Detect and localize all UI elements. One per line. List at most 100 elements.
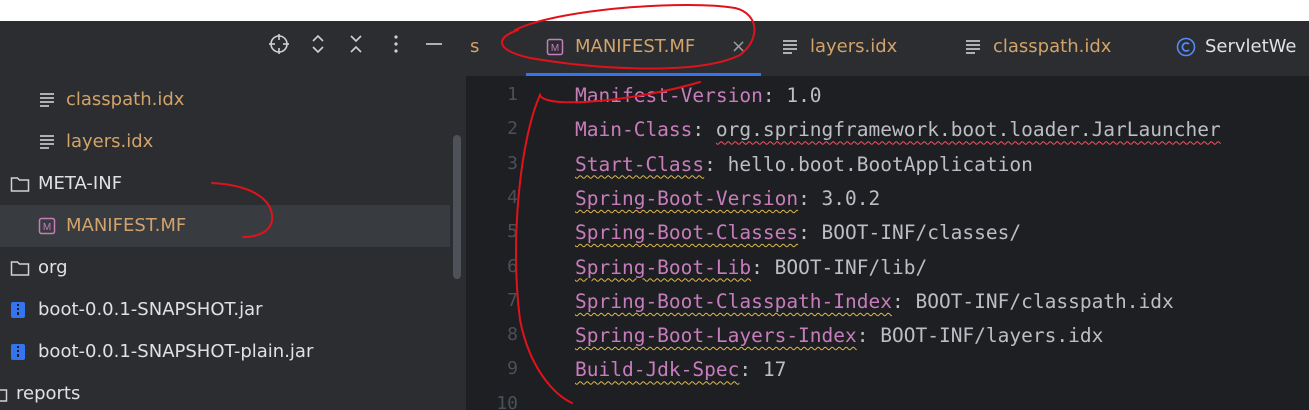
line-number: 6 <box>507 255 518 277</box>
code-line[interactable]: Spring-Boot-Layers-Index: BOOT-INF/layer… <box>575 319 1103 353</box>
line-number: 2 <box>507 118 518 140</box>
editor-tab[interactable]: M MANIFEST.MF × <box>526 21 761 76</box>
line-number: 9 <box>507 358 518 380</box>
manifest-key: Build-Jdk-Spec <box>575 358 740 382</box>
project-panel: classpath.idx layers.idx META-INF M MANIFEST… <box>0 21 466 410</box>
line-number-gutter: 1 2 3 4 5 6 7 8 9 10 <box>466 76 556 410</box>
code-line[interactable]: Build-Jdk-Spec: 17 <box>575 353 786 387</box>
manifest-value: 3.0.2 <box>821 186 881 210</box>
editor-tab-bar: s M MANIFEST.MF × layers.idx classpath.idx Ser… <box>466 21 1309 77</box>
editor-tab-label: layers.idx <box>810 36 898 57</box>
class-icon <box>1176 21 1196 73</box>
tree-item-label: org <box>38 257 68 278</box>
manifest-separator: : <box>704 152 728 176</box>
manifest-file-icon: M <box>38 205 56 247</box>
code-line[interactable]: Start-Class: hello.boot.BootApplication <box>575 148 1033 182</box>
manifest-value: org.springframework.boot.loader.JarLaunc… <box>715 118 1221 142</box>
editor-tab[interactable]: s <box>466 21 506 76</box>
ide-window: classpath.idx layers.idx META-INF M MANIFEST… <box>0 21 1309 410</box>
manifest-value: hello.boot.BootApplication <box>727 152 1033 176</box>
code-line[interactable]: Spring-Boot-Classpath-Index: BOOT-INF/cl… <box>575 285 1174 319</box>
svg-text:M: M <box>551 43 559 54</box>
tree-item-label: classpath.idx <box>66 89 185 110</box>
tree-item[interactable]: META-INF <box>0 163 450 205</box>
manifest-separator: : <box>692 118 716 142</box>
manifest-separator: : <box>798 221 822 245</box>
tree-item-label: boot-0.0.1-SNAPSHOT-plain.jar <box>38 341 314 362</box>
manifest-key: Spring-Boot-Classes <box>575 221 799 245</box>
manifest-key: Manifest-Version <box>575 84 763 107</box>
tree-item-label: MANIFEST.MF <box>66 215 187 236</box>
manifest-key: Spring-Boot-Version <box>575 186 799 210</box>
tree-item[interactable]: org <box>0 247 450 289</box>
line-number: 4 <box>507 186 518 208</box>
line-number: 8 <box>507 324 518 346</box>
tree-item[interactable]: layers.idx <box>0 121 450 163</box>
manifest-separator: : <box>891 289 916 313</box>
tree-item[interactable]: reports <box>0 373 450 410</box>
manifest-separator: : <box>739 358 763 382</box>
manifest-value: 17 <box>762 358 787 382</box>
editor-tab-label: classpath.idx <box>993 36 1112 57</box>
editor-tab-label: ServletWe <box>1205 36 1297 57</box>
editor-tab[interactable]: ServletWe <box>1156 21 1309 76</box>
manifest-file-icon: M <box>546 21 564 73</box>
manifest-value: BOOT-INF/lib/ <box>774 255 928 279</box>
manifest-separator: : <box>762 84 787 107</box>
tree-item[interactable]: boot-0.0.1-SNAPSHOT-plain.jar <box>0 331 450 373</box>
tree-item[interactable]: boot-0.0.1-SNAPSHOT.jar <box>0 289 450 331</box>
manifest-key: Spring-Boot-Lib <box>575 255 752 279</box>
folder-icon <box>10 163 30 205</box>
expand-collapse-icon[interactable] <box>306 33 330 57</box>
line-number: 5 <box>507 221 518 243</box>
tree-item[interactable]: classpath.idx <box>0 79 450 121</box>
editor-tab[interactable]: layers.idx <box>761 21 961 76</box>
manifest-key: Spring-Boot-Layers-Index <box>575 324 857 348</box>
line-number: 7 <box>507 289 518 311</box>
collapse-all-icon[interactable] <box>344 33 368 57</box>
manifest-value: 1.0 <box>786 84 822 107</box>
project-panel-header <box>0 21 466 76</box>
folder-icon <box>0 373 8 410</box>
manifest-value: BOOT-INF/classes/ <box>821 221 1022 245</box>
code-content[interactable]: Manifest-Version: 1.0 Main-Class: org.spr… <box>575 76 1309 410</box>
crosshair-icon[interactable] <box>267 33 291 57</box>
line-number: 3 <box>507 152 518 174</box>
code-line[interactable]: Spring-Boot-Lib: BOOT-INF/lib/ <box>575 251 927 285</box>
text-file-icon <box>964 21 982 73</box>
manifest-key: Start-Class <box>575 152 705 176</box>
manifest-separator: : <box>798 186 822 210</box>
manifest-value: BOOT-INF/classpath.idx <box>915 289 1174 313</box>
svg-text:M: M <box>43 222 51 233</box>
manifest-separator: : <box>856 324 881 348</box>
tree-item[interactable]: M MANIFEST.MF <box>0 205 450 247</box>
line-number: 1 <box>507 84 518 105</box>
text-file-icon <box>38 79 56 121</box>
line-number: 10 <box>496 392 518 410</box>
folder-icon <box>10 247 30 289</box>
jar-file-icon <box>10 331 26 373</box>
tree-item-label: boot-0.0.1-SNAPSHOT.jar <box>38 299 263 320</box>
manifest-value: BOOT-INF/layers.idx <box>880 324 1104 348</box>
code-line[interactable]: Spring-Boot-Classes: BOOT-INF/classes/ <box>575 216 1021 250</box>
editor-tab[interactable]: classpath.idx <box>944 21 1154 76</box>
manifest-key: Main-Class <box>575 118 693 142</box>
manifest-key: Spring-Boot-Classpath-Index <box>575 289 892 313</box>
editor-tab-label: s <box>470 36 480 57</box>
code-line[interactable]: Manifest-Version: 1.0 <box>575 79 822 113</box>
tree-item-label: layers.idx <box>66 131 154 152</box>
project-scrollbar[interactable] <box>453 135 461 279</box>
editor-area: s M MANIFEST.MF × layers.idx classpath.idx Ser… <box>466 21 1309 410</box>
more-options-icon[interactable] <box>384 33 408 57</box>
editor-tab-label: MANIFEST.MF <box>575 36 696 57</box>
code-line[interactable]: Spring-Boot-Version: 3.0.2 <box>575 182 880 216</box>
tree-item-label: META-INF <box>38 173 123 194</box>
manifest-separator: : <box>751 255 775 279</box>
tree-item-label: reports <box>16 383 81 404</box>
text-file-icon <box>38 121 56 163</box>
close-tab-icon[interactable]: × <box>731 21 746 73</box>
hide-panel-icon[interactable] <box>422 33 446 57</box>
text-file-icon <box>781 21 799 73</box>
jar-file-icon <box>10 289 26 331</box>
code-line[interactable]: Main-Class: org.springframework.boot.loa… <box>575 113 1221 147</box>
